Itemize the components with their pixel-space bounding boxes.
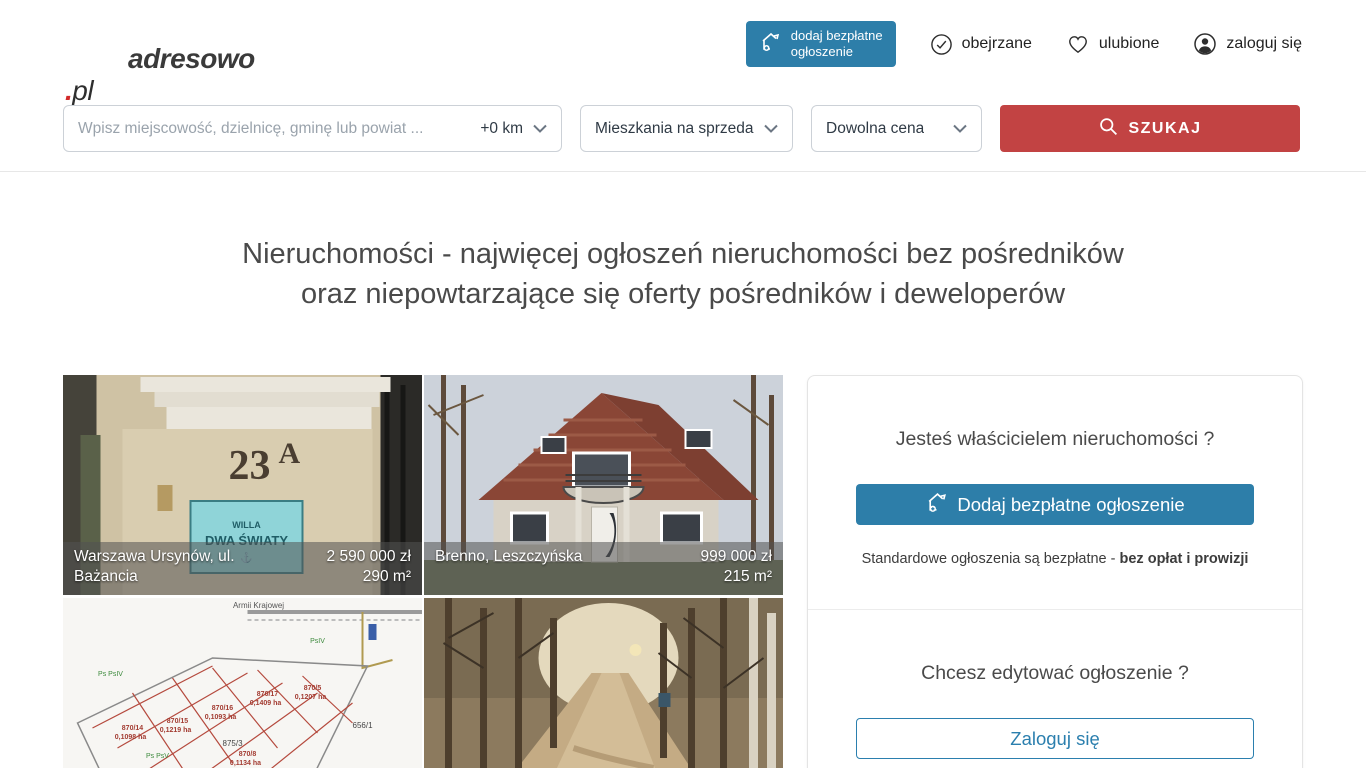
nav-item-label: zaloguj się [1226,35,1302,53]
login-button[interactable]: Zaloguj się [856,718,1254,759]
search-bar: +0 km Mieszkania na sprzeda Dowolna cena… [0,105,1366,152]
search-icon [1098,116,1119,142]
listings-grid: 23 A WILLA DWA ŚWIATY ⚓ Warszawa Ursynów… [63,375,783,768]
chevron-down-icon [953,120,967,138]
user-icon [1193,32,1217,56]
house-add-icon [759,30,783,58]
owner-section: Jesteś właścicielem nieruchomości ? Doda… [808,376,1302,609]
listing-location: Brenno, Leszczyńska [435,547,582,588]
listing-photo-forest-road [424,598,783,768]
svg-text:0,1134 ha: 0,1134 ha [230,760,261,767]
svg-text:875/3: 875/3 [223,739,244,748]
check-circle-icon [930,33,953,56]
svg-text:870/8: 870/8 [239,751,257,758]
svg-text:PsIV: PsIV [310,638,325,645]
owner-panel: Jesteś właścicielem nieruchomości ? Doda… [807,375,1303,768]
svg-text:870/16: 870/16 [212,705,234,712]
listing-price: 2 590 000 zł [327,547,411,568]
location-input[interactable] [78,120,470,138]
add-listing-large-label: Dodaj bezpłatne ogłoszenie [957,494,1184,516]
listing-location: Warszawa Ursynów, ul. Bażancia [74,547,263,588]
add-listing-button-small[interactable]: dodaj bezpłatne ogłoszenie [746,21,896,68]
nav-item-label: ulubione [1099,35,1160,53]
svg-text:870/5: 870/5 [304,685,322,692]
nav-item-label: obejrzane [962,35,1032,53]
logo[interactable]: adresowo.pl [65,0,318,107]
svg-text:870/17: 870/17 [257,691,279,698]
svg-text:WILLA: WILLA [232,520,261,530]
edit-section: Chcesz edytować ogłoszenie ? Zaloguj się… [808,609,1302,768]
login-button-label: Zaloguj się [1010,728,1099,750]
price-select[interactable]: Dowolna cena [811,105,982,152]
add-listing-label: dodaj bezpłatne ogłoszenie [791,28,883,61]
listing-card-4[interactable]: Otwock Świder, ul. 950 000 zł [424,598,783,768]
listing-price: 999 000 zł [700,547,772,568]
svg-text:0,1219 ha: 0,1219 ha [160,727,192,734]
svg-text:Armii Krajowej: Armii Krajowej [233,601,284,610]
svg-text:23: 23 [229,443,271,489]
listing-area: 290 m² [327,567,411,588]
page-title-line1: Nieruchomości - najwięcej ogłoszeń nieru… [0,234,1366,274]
svg-text:0,1207 ha: 0,1207 ha [295,694,327,701]
house-add-icon [925,490,950,520]
svg-text:870/15: 870/15 [167,718,189,725]
heart-icon [1066,33,1090,56]
listing-photo-plot-map: Armii Krajowej 870/14 0,1098 ha 870/15 0,1… [63,598,422,768]
listing-caption: Brenno, Leszczyńska 999 000 zł 215 m² [424,542,783,595]
logo-tld: pl [72,75,93,106]
listing-card-2[interactable]: Brenno, Leszczyńska 999 000 zł 215 m² [424,375,783,595]
listing-figures: 2 590 000 zł 290 m² [327,547,411,588]
listing-card-1[interactable]: 23 A WILLA DWA ŚWIATY ⚓ Warszawa Ursynów… [63,375,422,595]
nav-item-favorites[interactable]: ulubione [1066,33,1160,56]
nav-item-login[interactable]: zaloguj się [1193,32,1302,56]
svg-text:0,1409 ha: 0,1409 ha [250,700,282,707]
category-select[interactable]: Mieszkania na sprzeda [580,105,793,152]
location-field: +0 km [63,105,562,152]
header: adresowo.pl dodaj bezpłatne ogłoszenie [0,0,1366,88]
radius-value: +0 km [480,120,523,138]
search-button[interactable]: SZUKAJ [1000,105,1300,152]
chevron-down-icon [764,120,778,138]
svg-text:A: A [279,437,301,470]
listing-card-3[interactable]: Armii Krajowej 870/14 0,1098 ha 870/15 0,1… [63,598,422,768]
owner-panel-note: Standardowe ogłoszenia są bezpłatne - be… [856,551,1254,567]
edit-panel-title: Chcesz edytować ogłoszenie ? [856,662,1254,685]
main-content: 23 A WILLA DWA ŚWIATY ⚓ Warszawa Ursynów… [0,375,1366,768]
category-value: Mieszkania na sprzeda [595,120,754,138]
search-button-label: SZUKAJ [1128,120,1201,138]
svg-text:Ps PsV: Ps PsV [146,753,169,760]
price-value: Dowolna cena [826,120,924,138]
listing-area: 215 m² [700,567,772,588]
svg-text:0,1098 ha: 0,1098 ha [115,734,147,741]
chevron-down-icon [533,120,547,138]
listing-caption: Warszawa Ursynów, ul. Bażancia 2 590 000… [63,542,422,595]
logo-main: adresowo [65,43,318,75]
svg-text:870/14: 870/14 [122,725,144,732]
add-listing-button-large[interactable]: Dodaj bezpłatne ogłoszenie [856,484,1254,525]
header-divider [0,171,1366,172]
listing-figures: 999 000 zł 215 m² [700,547,772,588]
page-title: Nieruchomości - najwięcej ogłoszeń nieru… [0,234,1366,314]
svg-text:0,1093 ha: 0,1093 ha [205,714,237,721]
nav-item-viewed[interactable]: obejrzane [930,33,1032,56]
owner-panel-title: Jesteś właścicielem nieruchomości ? [856,428,1254,451]
radius-select[interactable]: +0 km [470,120,547,138]
svg-text:656/1: 656/1 [353,721,374,730]
header-nav: dodaj bezpłatne ogłoszenie obejrzane ulu… [746,21,1302,68]
page-title-line2: oraz niepowtarzające się oferty pośredni… [0,274,1366,314]
svg-text:Ps PsIV: Ps PsIV [98,671,123,678]
